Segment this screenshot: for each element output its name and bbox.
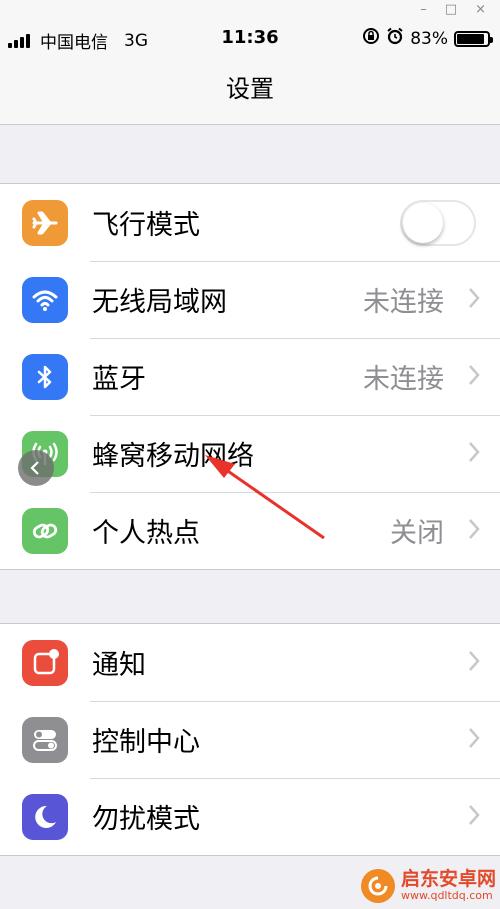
control-center-icon bbox=[22, 716, 68, 763]
chevron-right-icon bbox=[468, 650, 480, 676]
settings-row-do-not-disturb[interactable]: 勿扰模式 bbox=[0, 778, 500, 855]
do-not-disturb-icon bbox=[22, 793, 68, 840]
chevron-right-icon bbox=[468, 441, 480, 467]
settings-row-label: 无线局域网 bbox=[92, 287, 227, 318]
settings-row-label: 蓝牙 bbox=[92, 364, 146, 395]
battery-icon bbox=[454, 30, 493, 47]
chevron-right-icon bbox=[468, 804, 480, 830]
settings-row-bluetooth[interactable]: 蓝牙 未连接 bbox=[0, 338, 500, 415]
airplane-icon bbox=[22, 199, 68, 246]
settings-row-cellular[interactable]: 蜂窝移动网络 bbox=[0, 415, 500, 492]
maximize-button[interactable]: □ bbox=[445, 2, 457, 17]
settings-row-notifications[interactable]: 通知 bbox=[0, 624, 500, 701]
watermark-url: www.qdltdq.com bbox=[400, 889, 493, 903]
page-title: 设置 bbox=[226, 75, 274, 103]
settings-row-value: 未连接 bbox=[363, 364, 444, 395]
back-button[interactable] bbox=[18, 450, 54, 486]
settings-row-label: 个人热点 bbox=[92, 518, 200, 549]
chevron-right-icon bbox=[468, 727, 480, 753]
battery-percent: 83% bbox=[410, 28, 448, 49]
chevron-right-icon bbox=[468, 364, 480, 390]
chevron-left-icon bbox=[30, 461, 39, 475]
watermark: 启东安卓网 www.qdltdq.com bbox=[360, 868, 496, 903]
settings-row-label: 勿扰模式 bbox=[92, 804, 200, 835]
navigation-bar: 设置 bbox=[0, 62, 500, 125]
settings-row-label: 蜂窝移动网络 bbox=[92, 441, 254, 472]
settings-row-personal-hotspot[interactable]: 个人热点 关闭 bbox=[0, 492, 500, 569]
settings-group-connectivity: 飞行模式 无线局域网 未连接 蓝牙 未连接 蜂窝移动网络 个人热点 关闭 bbox=[0, 183, 500, 570]
settings-row-label: 通知 bbox=[92, 650, 146, 681]
settings-row-value: 关闭 bbox=[390, 518, 444, 549]
settings-row-airplane-mode[interactable]: 飞行模式 bbox=[0, 184, 500, 261]
close-button[interactable]: × bbox=[475, 2, 486, 17]
settings-row-value: 未连接 bbox=[363, 287, 444, 318]
settings-row-label: 控制中心 bbox=[92, 727, 200, 758]
rotation-lock-icon bbox=[362, 27, 380, 50]
settings-row-control-center[interactable]: 控制中心 bbox=[0, 701, 500, 778]
alarm-icon bbox=[386, 27, 404, 50]
watermark-logo-icon bbox=[360, 869, 395, 903]
settings-group-system: 通知 控制中心 勿扰模式 bbox=[0, 623, 500, 856]
settings-row-label: 飞行模式 bbox=[92, 210, 200, 241]
notifications-icon bbox=[22, 639, 68, 686]
chevron-right-icon bbox=[468, 287, 480, 313]
chevron-right-icon bbox=[468, 518, 480, 544]
bluetooth-icon bbox=[22, 353, 68, 400]
settings-row-wifi[interactable]: 无线局域网 未连接 bbox=[0, 261, 500, 338]
wifi-icon bbox=[22, 276, 68, 323]
window-controls: – □ × bbox=[420, 2, 486, 17]
watermark-name: 启东安卓网 bbox=[400, 868, 496, 891]
airplane-mode-toggle[interactable] bbox=[400, 199, 476, 246]
minimize-button[interactable]: – bbox=[420, 2, 427, 17]
hotspot-icon bbox=[22, 507, 68, 554]
